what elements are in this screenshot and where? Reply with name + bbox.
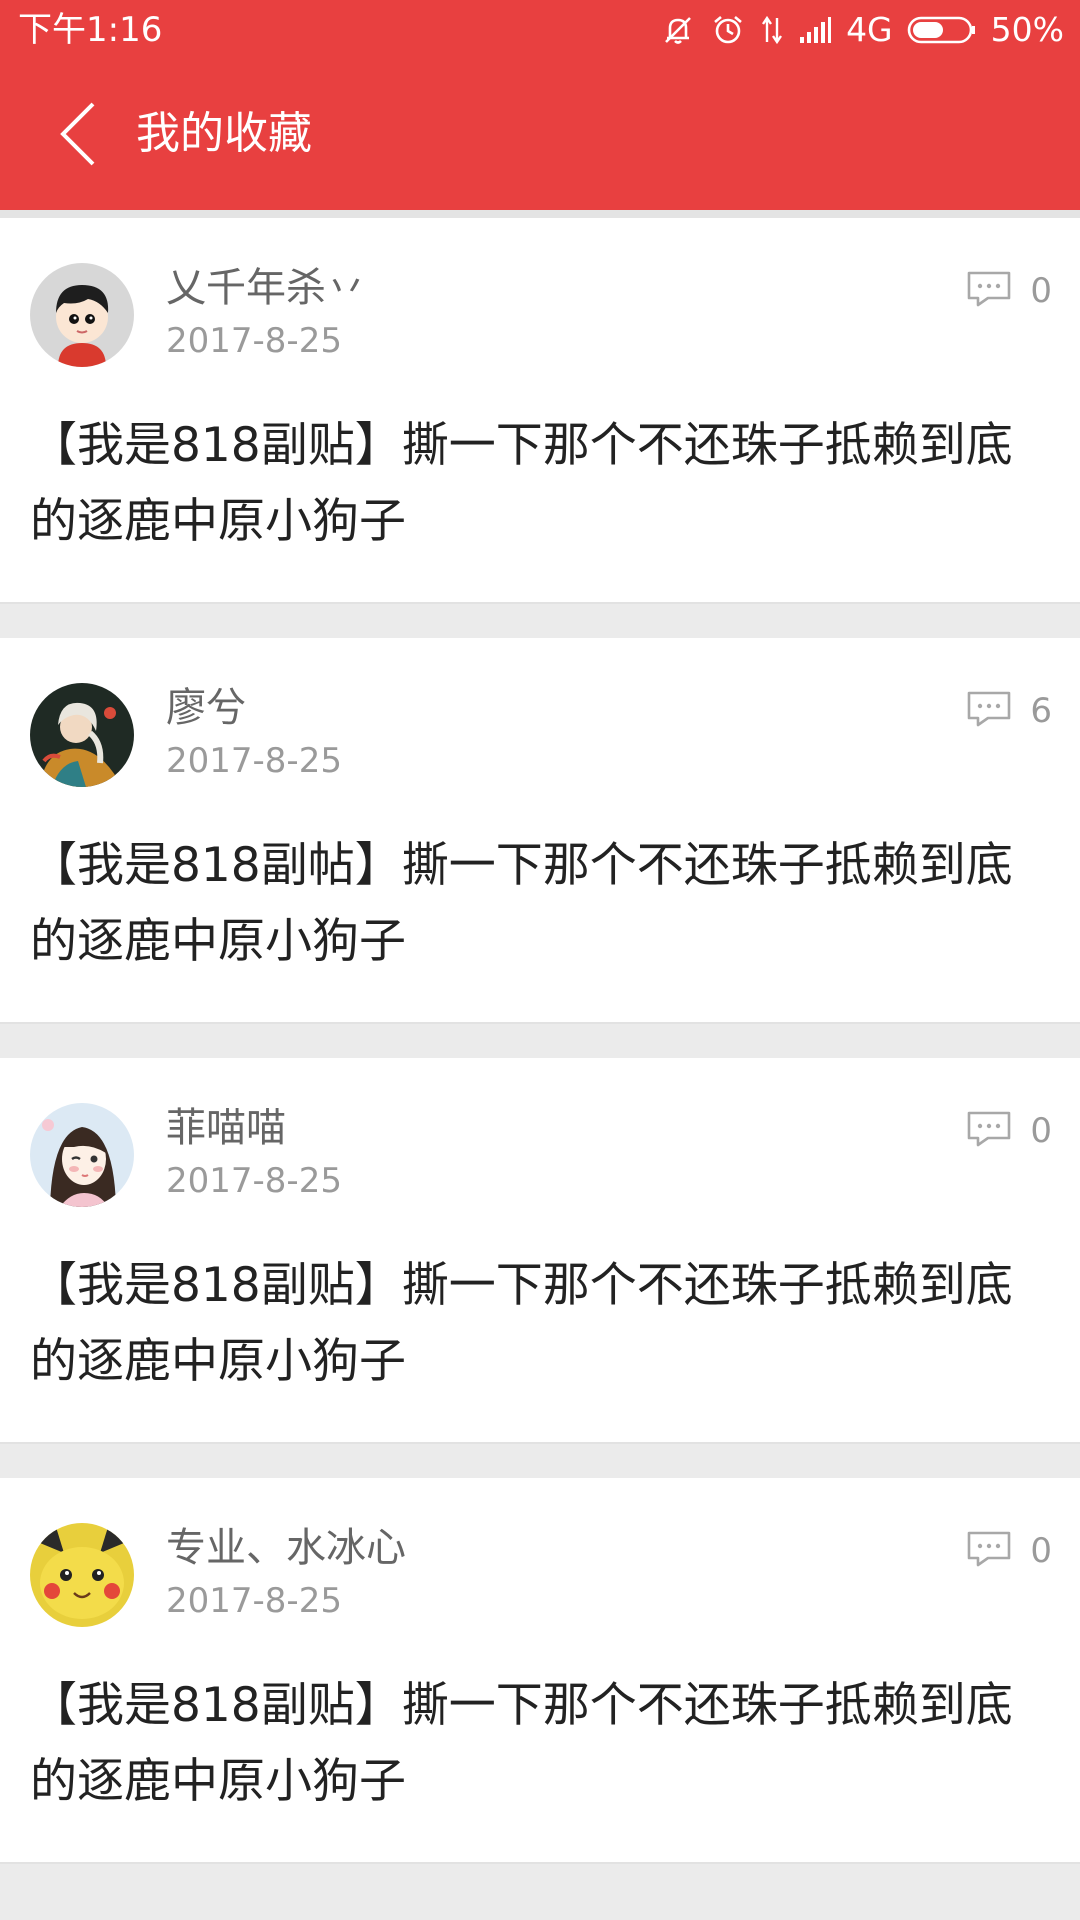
signal-icon [798, 15, 832, 45]
app-bar: 我的收藏 [0, 60, 1080, 210]
username[interactable]: 专业、水冰心 [166, 1520, 406, 1576]
post-title[interactable]: 【我是818副贴】撕一下那个不还珠子抵赖到底的逐鹿中原小狗子 [30, 408, 1020, 560]
status-icons: 4G 50% [660, 8, 1064, 52]
back-button[interactable] [30, 88, 126, 184]
comment-counter[interactable]: 0 [966, 268, 1052, 314]
alarm-icon [710, 12, 746, 48]
comment-count: 0 [1030, 1111, 1052, 1151]
mute-icon [660, 12, 696, 48]
comment-icon [966, 690, 1012, 732]
post-date: 2017-8-25 [166, 1581, 342, 1621]
avatar[interactable] [30, 683, 134, 787]
data-transfer-icon [760, 12, 784, 48]
avatar[interactable] [30, 1103, 134, 1207]
comment-counter[interactable]: 0 [966, 1528, 1052, 1574]
comment-count: 6 [1030, 691, 1052, 731]
network-type: 4G [846, 10, 893, 49]
post-card[interactable]: 廖兮 2017-8-25 6 【我是818副帖】撕一下那个不还珠子抵赖到底的逐鹿… [0, 638, 1080, 1024]
username[interactable]: 菲喵喵 [166, 1100, 286, 1156]
avatar[interactable] [30, 263, 134, 367]
post-card[interactable]: 乂千年杀丷 2017-8-25 0 【我是818副贴】撕一下那个不还珠子抵赖到底… [0, 218, 1080, 604]
post-card[interactable]: 专业、水冰心 2017-8-25 0 【我是818副贴】撕一下那个不还珠子抵赖到… [0, 1478, 1080, 1864]
chevron-left-icon [53, 99, 103, 173]
comment-icon [966, 270, 1012, 312]
post-title[interactable]: 【我是818副贴】撕一下那个不还珠子抵赖到底的逐鹿中原小狗子 [30, 1248, 1020, 1400]
comment-counter[interactable]: 0 [966, 1108, 1052, 1154]
page-title: 我的收藏 [136, 108, 312, 159]
status-bar: 下午1:16 4G 50% [0, 0, 1080, 60]
app-bar-shadow [0, 210, 1080, 218]
post-date: 2017-8-25 [166, 741, 342, 781]
comment-counter[interactable]: 6 [966, 688, 1052, 734]
username[interactable]: 廖兮 [166, 680, 246, 736]
comment-count: 0 [1030, 1531, 1052, 1571]
username[interactable]: 乂千年杀丷 [166, 260, 366, 316]
post-title[interactable]: 【我是818副贴】撕一下那个不还珠子抵赖到底的逐鹿中原小狗子 [30, 1668, 1020, 1820]
status-time: 下午1:16 [18, 10, 163, 50]
comment-count: 0 [1030, 271, 1052, 311]
post-date: 2017-8-25 [166, 1161, 342, 1201]
battery-icon [907, 15, 977, 45]
battery-level: 50% [990, 10, 1064, 49]
post-date: 2017-8-25 [166, 321, 342, 361]
avatar[interactable] [30, 1523, 134, 1627]
comment-icon [966, 1110, 1012, 1152]
post-card[interactable]: 菲喵喵 2017-8-25 0 【我是818副贴】撕一下那个不还珠子抵赖到底的逐… [0, 1058, 1080, 1444]
comment-icon [966, 1530, 1012, 1572]
post-title[interactable]: 【我是818副帖】撕一下那个不还珠子抵赖到底的逐鹿中原小狗子 [30, 828, 1020, 980]
